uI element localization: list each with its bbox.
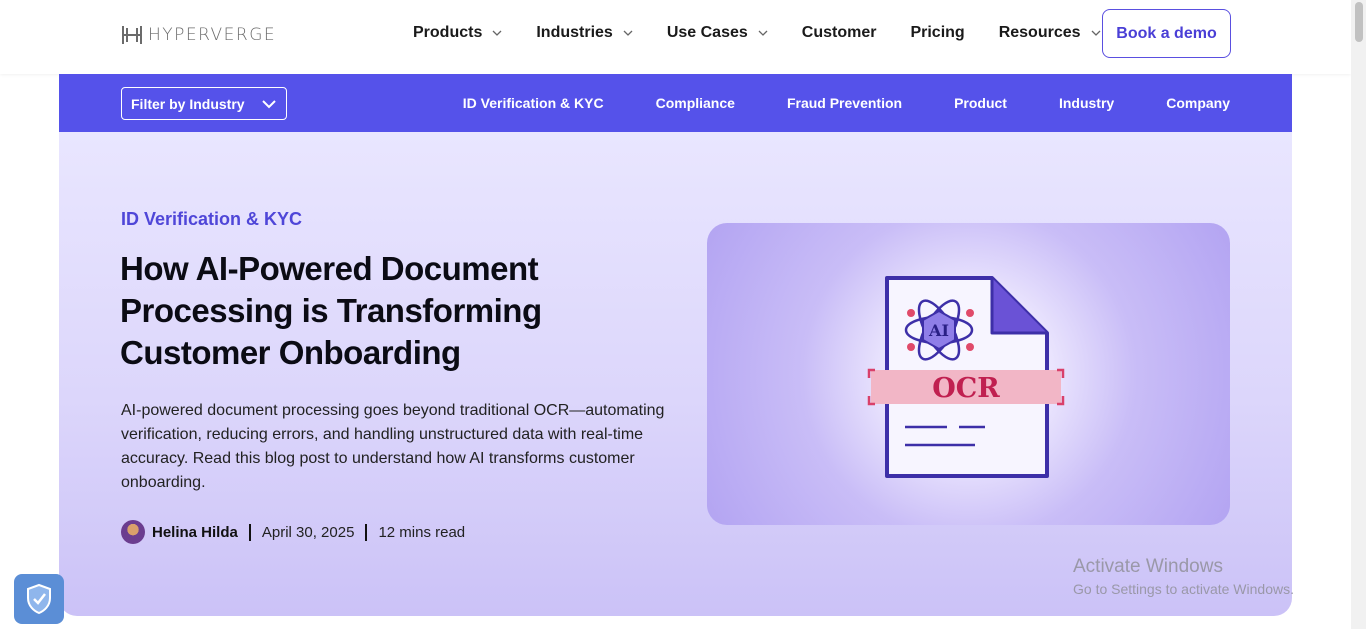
book-demo-button[interactable]: Book a demo <box>1102 9 1231 58</box>
chevron-down-icon <box>623 30 633 36</box>
ocr-banner-label: OCR <box>932 373 1000 404</box>
publish-date: April 30, 2025 <box>261 523 355 541</box>
nav-item-label: Resources <box>998 24 1081 41</box>
category-link-company[interactable]: Company <box>1166 95 1230 111</box>
main-nav: Products Industries Use Cases Customer P… <box>413 24 1135 42</box>
scrollbar-thumb[interactable] <box>1355 2 1363 42</box>
article-description: AI-powered document processing goes beyo… <box>121 402 665 491</box>
logo-icon <box>122 26 142 44</box>
activate-windows-watermark: Activate Windows Go to Settings to activ… <box>1073 556 1294 597</box>
shield-check-icon <box>27 583 51 615</box>
nav-item-industries[interactable]: Industries <box>536 24 633 42</box>
author-avatar <box>121 520 145 544</box>
filter-by-industry-dropdown[interactable]: Filter by Industry <box>121 87 287 120</box>
logo-text: HYPERVERGE <box>148 25 277 45</box>
nav-item-pricing[interactable]: Pricing <box>910 24 964 42</box>
category-link-compliance[interactable]: Compliance <box>656 95 735 111</box>
nav-item-label: Industries <box>536 24 613 41</box>
author-name[interactable]: Helina Hilda <box>152 524 238 541</box>
page-scrollbar[interactable] <box>1351 0 1366 629</box>
ocr-document-illustration: AI OCR <box>867 276 1065 478</box>
ai-badge-label: AI <box>928 321 949 340</box>
nav-item-label: Products <box>413 24 483 41</box>
chevron-down-icon <box>758 30 768 36</box>
category-link-id-verification[interactable]: ID Verification & KYC <box>463 95 604 111</box>
read-time: 12 mins read <box>378 523 466 541</box>
privacy-shield-button[interactable] <box>14 574 64 624</box>
nav-item-products[interactable]: Products <box>413 24 502 42</box>
article-hero: ID Verification & KYC How AI-Powered Doc… <box>59 132 1292 616</box>
meta-divider <box>248 523 251 541</box>
chevron-down-icon <box>262 100 276 109</box>
hyperverge-logo[interactable]: HYPERVERGE <box>120 22 276 48</box>
nav-item-label: Use Cases <box>666 24 748 41</box>
category-bar: Filter by Industry ID Verification & KYC… <box>59 74 1292 132</box>
nav-item-resources[interactable]: Resources <box>999 24 1101 42</box>
category-link-industry[interactable]: Industry <box>1059 95 1114 111</box>
category-links: ID Verification & KYC Compliance Fraud P… <box>411 95 1230 111</box>
article-meta: Helina Hilda April 30, 2025 12 mins read <box>121 520 465 544</box>
category-link-fraud-prevention[interactable]: Fraud Prevention <box>787 95 902 111</box>
activate-windows-subtitle: Go to Settings to activate Windows. <box>1073 581 1294 597</box>
nav-item-label: Customer <box>801 24 877 41</box>
activate-windows-title: Activate Windows <box>1073 556 1223 577</box>
top-navigation: HYPERVERGE Products Industries Use Cases… <box>0 0 1351 74</box>
chevron-down-icon <box>492 30 502 36</box>
article-title: How AI-Powered Document Processing is Tr… <box>120 250 542 371</box>
chevron-down-icon <box>1091 30 1100 36</box>
nav-item-label: Pricing <box>910 24 965 41</box>
filter-label: Filter by Industry <box>131 95 245 112</box>
meta-divider <box>365 523 368 541</box>
article-hero-image: AI OCR <box>707 223 1230 525</box>
nav-item-customer[interactable]: Customer <box>802 24 877 42</box>
category-link-product[interactable]: Product <box>954 95 1007 111</box>
nav-item-use-cases[interactable]: Use Cases <box>667 24 768 42</box>
article-category-tag[interactable]: ID Verification & KYC <box>121 209 302 230</box>
